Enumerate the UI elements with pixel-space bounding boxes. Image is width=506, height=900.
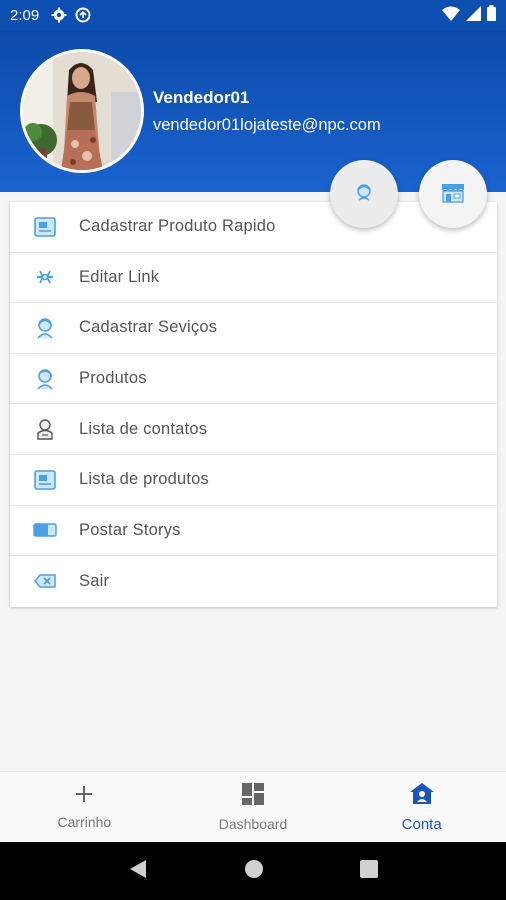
products-person-icon (32, 366, 58, 392)
exit-icon (32, 568, 58, 594)
user-email: vendedor01lojateste@npc.com (153, 116, 381, 134)
menu-item-label: Lista de produtos (79, 470, 209, 489)
menu-item-label: Cadastrar Seviços (79, 318, 218, 337)
back-icon[interactable] (128, 859, 148, 884)
nav-conta[interactable]: Conta (337, 772, 506, 842)
signal-icon (466, 5, 481, 25)
menu-item-label: Cadastrar Produto Rapido (79, 217, 276, 236)
box-icon (32, 214, 58, 240)
menu-item-produtos[interactable]: Produtos (10, 354, 497, 405)
account-menu: Cadastrar Produto Rapido Editar Link Cad… (10, 202, 497, 607)
link-tool-icon (32, 264, 58, 290)
account-home-icon (409, 782, 435, 811)
menu-item-lista-de-produtos[interactable]: Lista de produtos (10, 455, 497, 506)
story-icon (32, 517, 58, 543)
product-list-icon (32, 467, 58, 493)
system-navigation-bar (0, 842, 506, 900)
status-bar: 2:09 (0, 0, 506, 30)
seller-fab-button[interactable] (330, 160, 398, 228)
nav-label: Conta (401, 815, 442, 833)
menu-item-label: Produtos (79, 369, 147, 388)
battery-icon (487, 5, 496, 25)
nav-label: Carrinho (57, 814, 112, 830)
store-icon (440, 180, 466, 209)
menu-item-cadastrar-servicos[interactable]: Cadastrar Seviços (10, 303, 497, 354)
menu-item-postar-storys[interactable]: Postar Storys (10, 506, 497, 557)
contacts-icon (32, 416, 58, 442)
plus-icon (74, 784, 94, 809)
menu-item-sair[interactable]: Sair (10, 556, 497, 607)
sync-icon (75, 7, 91, 23)
menu-item-label: Sair (79, 571, 110, 590)
store-fab-button[interactable] (419, 160, 487, 228)
avatar[interactable] (20, 49, 144, 173)
nav-label: Dashboard (218, 816, 288, 832)
nav-carrinho[interactable]: Carrinho (0, 772, 169, 842)
menu-item-label: Postar Storys (79, 520, 181, 539)
bottom-navigation: Carrinho Dashboard Conta (0, 771, 506, 842)
wifi-icon (442, 6, 460, 25)
seller-icon (352, 180, 376, 209)
user-name: Vendedor01 (153, 88, 250, 107)
menu-item-label: Editar Link (79, 267, 160, 286)
status-time: 2:09 (10, 6, 40, 24)
home-icon[interactable] (244, 859, 264, 884)
gear-icon (51, 7, 67, 23)
menu-item-editar-link[interactable]: Editar Link (10, 253, 497, 304)
menu-item-lista-de-contatos[interactable]: Lista de contatos (10, 404, 497, 455)
service-person-icon (32, 315, 58, 341)
recents-icon[interactable] (360, 859, 378, 883)
nav-dashboard[interactable]: Dashboard (169, 772, 338, 842)
dashboard-icon (241, 782, 265, 811)
menu-item-label: Lista de contatos (79, 419, 208, 438)
